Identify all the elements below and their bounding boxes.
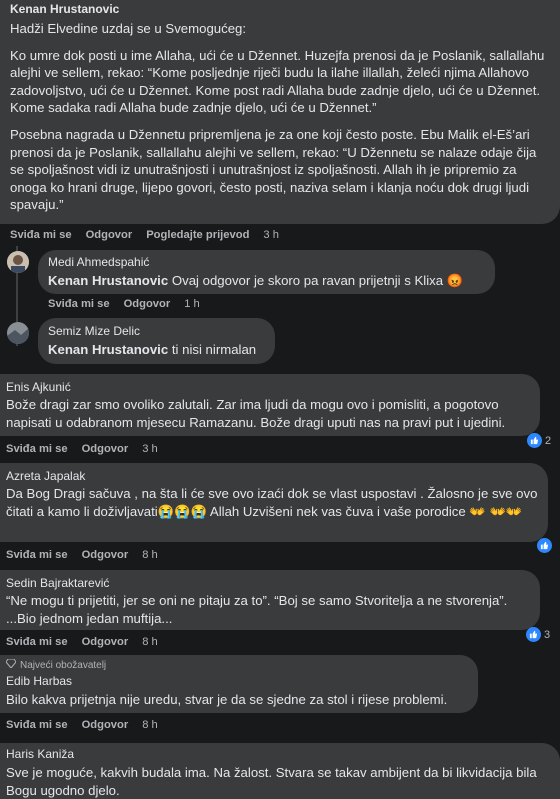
- like-reaction-icon: [537, 538, 552, 553]
- comment-author[interactable]: Azreta Japalak: [6, 469, 542, 483]
- reply-text: Kenan Hrustanovic Ovaj odgovor je skoro …: [48, 272, 485, 290]
- mention-link[interactable]: Kenan Hrustanovic: [48, 342, 168, 357]
- open-hands-emoji-icon: 👐 👐👐: [469, 503, 523, 519]
- like-button[interactable]: Sviđa mi se: [10, 229, 72, 241]
- like-button[interactable]: Sviđa mi se: [6, 636, 68, 648]
- reaction-count[interactable]: 2: [527, 433, 551, 448]
- mention-link[interactable]: Kenan Hrustanovic: [48, 273, 168, 288]
- comment-actions: Sviđa mi se Odgovor 8 h: [6, 719, 158, 731]
- comment-text: Hadži Elvedine uzdaj se u Svemogućeg:: [10, 21, 247, 36]
- comment-text: Sve je moguće, kakvih budala ima. Na žal…: [6, 765, 537, 798]
- like-button[interactable]: Sviđa mi se: [6, 719, 68, 731]
- comment-bubble: Haris Kaniža Sve je moguće, kakvih budal…: [0, 743, 560, 799]
- crying-emoji-icon: 😭😭😭: [157, 503, 207, 519]
- reply-button[interactable]: Odgovor: [124, 298, 171, 310]
- reply-bubble: Medi Ahmedspahić Kenan Hrustanovic Ovaj …: [38, 250, 495, 294]
- like-button[interactable]: Sviđa mi se: [6, 443, 68, 455]
- comment-actions: Sviđa mi se Odgovor Pogledajte prijevod …: [10, 229, 279, 241]
- comment-bubble: Kenan Hrustanovic Hadži Elvedine uzdaj s…: [0, 0, 560, 224]
- comment-text: Posebna nagrada u Džennetu pripremljena …: [10, 126, 537, 213]
- avatar[interactable]: [7, 322, 29, 344]
- like-button[interactable]: Sviđa mi se: [48, 298, 110, 310]
- timestamp[interactable]: 3 h: [263, 229, 279, 241]
- comment-text: Ko umre dok posti u ime Allaha, ući će u…: [10, 47, 545, 116]
- comment-text: Bilo kakva prijetnja nije uredu, stvar j…: [6, 692, 448, 707]
- reply-author[interactable]: Medi Ahmedspahić: [48, 255, 485, 269]
- comment-bubble: Enis Ajkunić Bože dragi zar smo ovoliko …: [0, 374, 540, 436]
- reply-actions: Sviđa mi se Odgovor 1 h: [48, 298, 200, 310]
- comment-author[interactable]: Enis Ajkunić: [6, 380, 534, 394]
- diamond-icon: [5, 658, 17, 671]
- like-reaction-icon: [526, 627, 541, 642]
- badge-label: Najveći obožavatelj: [20, 659, 107, 671]
- reply-button[interactable]: Odgovor: [82, 719, 129, 731]
- timestamp[interactable]: 8 h: [142, 719, 158, 731]
- reply-body: Ovaj odgovor je skoro pa ravan prijetnji…: [168, 273, 447, 288]
- comment-author[interactable]: Kenan Hrustanovic: [10, 2, 550, 16]
- comment-bubble: Azreta Japalak Da Bog Dragi sačuva , na …: [0, 463, 548, 542]
- reply-bubble: Semiz Mize Delic Kenan Hrustanovic ti ni…: [38, 318, 275, 364]
- like-reaction-icon: [527, 433, 542, 448]
- reaction-count[interactable]: [537, 538, 552, 553]
- reply-button[interactable]: Odgovor: [86, 229, 133, 241]
- reply-button[interactable]: Odgovor: [82, 636, 129, 648]
- comment-text: Bože dragi zar smo ovoliko zalutali. Zar…: [6, 397, 506, 430]
- reply-body: ti nisi nirmalan: [168, 342, 257, 357]
- comment-actions: Sviđa mi se Odgovor 8 h: [6, 636, 158, 648]
- like-button[interactable]: Sviđa mi se: [6, 549, 68, 561]
- angry-emoji-icon: 😡: [446, 273, 464, 288]
- comment-bubble: Sedin Bajraktarević “Ne mogu ti prijetit…: [0, 570, 540, 630]
- comment-text: “Ne mogu ti prijetiti, jer se oni ne pit…: [6, 593, 508, 626]
- comment-actions: Sviđa mi se Odgovor 3 h: [6, 443, 158, 455]
- timestamp[interactable]: 8 h: [142, 549, 158, 561]
- comment-author[interactable]: Edib Harbas: [6, 674, 472, 688]
- comment-actions: Sviđa mi se Odgovor 8 h: [6, 549, 158, 561]
- reaction-number: 2: [545, 434, 552, 447]
- avatar[interactable]: [7, 251, 29, 273]
- reaction-count[interactable]: 3: [526, 627, 550, 642]
- timestamp[interactable]: 3 h: [142, 443, 158, 455]
- reaction-number: 3: [544, 628, 551, 641]
- comment-body: Allah Uzvišeni nek vas čuva i vaše porod…: [206, 503, 470, 519]
- comment-author[interactable]: Haris Kaniža: [6, 747, 554, 761]
- translate-button[interactable]: Pogledajte prijevod: [146, 229, 249, 241]
- timestamp[interactable]: 8 h: [142, 636, 158, 648]
- comment-bubble: Najveći obožavatelj Edib Harbas Bilo kak…: [0, 655, 478, 713]
- fan-badge: Najveći obožavatelj: [5, 658, 472, 671]
- comment-text: Da Bog Dragi sačuva , na šta li će sve o…: [6, 485, 542, 520]
- timestamp[interactable]: 1 h: [184, 298, 200, 310]
- reply-button[interactable]: Odgovor: [82, 443, 129, 455]
- reply-text: Kenan Hrustanovic ti nisi nirmalan: [48, 341, 265, 359]
- reply-author[interactable]: Semiz Mize Delic: [48, 324, 265, 338]
- reply-button[interactable]: Odgovor: [82, 549, 129, 561]
- comment-author[interactable]: Sedin Bajraktarević: [6, 576, 534, 590]
